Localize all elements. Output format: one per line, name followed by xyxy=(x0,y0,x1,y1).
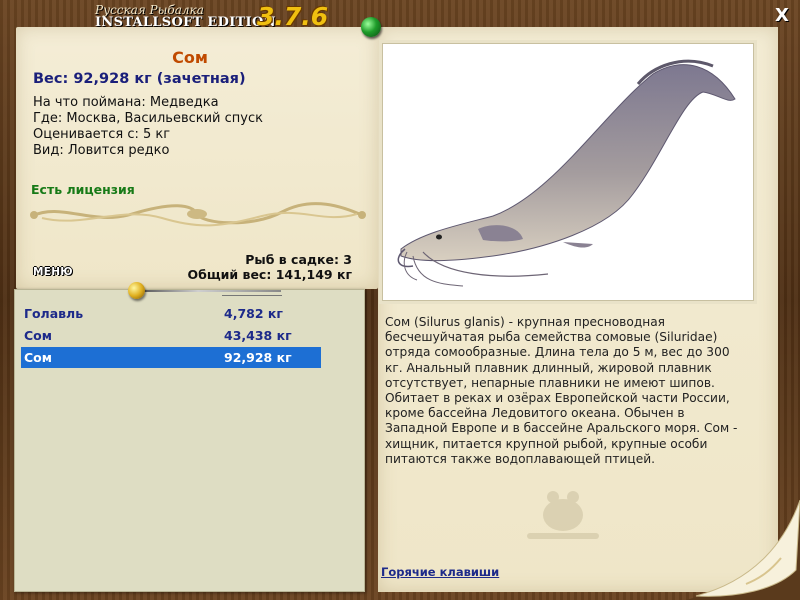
catch-name: Сом xyxy=(24,350,52,365)
fish-kind: Вид: Ловится редко xyxy=(33,143,170,158)
keepnet-summary: Рыб в садке: 3 Общий вес: 141,149 кг xyxy=(188,252,353,282)
fish-silhouette-icon xyxy=(527,491,599,539)
fish-title: Сом xyxy=(172,48,208,67)
catch-name: Голавль xyxy=(24,306,84,321)
catfish-icon xyxy=(397,59,736,287)
fish-description: Сом (Silurus glanis) - крупная пресновод… xyxy=(385,315,738,466)
page-curl-icon xyxy=(686,500,800,600)
catch-weight: 4,782 кг xyxy=(224,306,283,321)
license-status: Есть лицензия xyxy=(31,182,135,197)
ornament-divider-icon xyxy=(30,202,366,227)
fish-location: Где: Москва, Васильевский спуск xyxy=(33,111,263,126)
keepnet-total-weight: Общий вес: 141,149 кг xyxy=(187,267,353,282)
menu-button[interactable]: МЕНЮ xyxy=(33,266,73,278)
fish-weight: Вес: 92,928 кг (зачетная) xyxy=(33,71,246,87)
needle-shadow xyxy=(222,295,282,296)
catch-name: Сом xyxy=(24,328,52,343)
catch-list-item[interactable]: Сом 43,438 кг xyxy=(21,325,321,346)
close-button[interactable]: X xyxy=(772,6,792,26)
yellow-pin-icon xyxy=(128,282,145,299)
needle-icon xyxy=(143,290,281,292)
fish-photo xyxy=(382,43,754,301)
keepnet-count: Рыб в садке: 3 xyxy=(245,252,352,267)
fish-bait: На что поймана: Медведка xyxy=(33,95,219,110)
catch-list-item[interactable]: Голавль 4,782 кг xyxy=(21,303,321,324)
catch-list-item-selected[interactable]: Сом 92,928 кг xyxy=(21,347,321,368)
hotkeys-link[interactable]: Горячие клавиши xyxy=(381,565,499,579)
fish-rated-from: Оценивается с: 5 кг xyxy=(33,127,171,142)
catch-weight: 92,928 кг xyxy=(224,350,292,365)
catch-weight: 43,438 кг xyxy=(224,328,292,343)
green-pin-icon xyxy=(361,17,381,37)
